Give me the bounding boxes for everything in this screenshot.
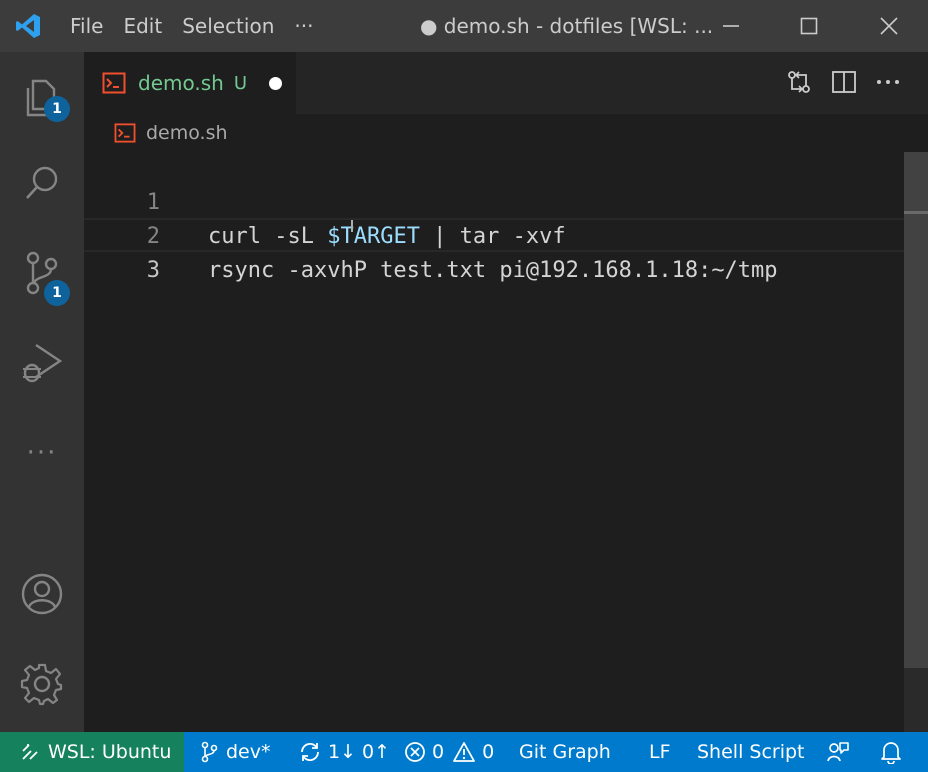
remote-label: WSL: Ubuntu xyxy=(48,741,172,763)
feedback-button[interactable] xyxy=(826,732,850,772)
sync-label: 1↓ 0↑ xyxy=(328,741,391,763)
remote-indicator[interactable]: WSL: Ubuntu xyxy=(0,732,184,772)
account-icon xyxy=(21,573,63,615)
minimize-icon xyxy=(723,25,739,27)
branch-indicator[interactable]: dev* xyxy=(200,732,271,772)
untracked-indicator: U xyxy=(233,72,248,94)
source-control-button[interactable]: 1 xyxy=(0,228,84,318)
git-graph-button[interactable]: Git Graph xyxy=(519,732,611,772)
close-button[interactable] xyxy=(850,0,928,52)
window-title: ● demo.sh - dotfiles [WSL: ... xyxy=(420,14,714,38)
branch-label: dev* xyxy=(226,741,271,763)
feedback-icon xyxy=(827,742,849,762)
line-text: rsync -axvhP test.txt pi@192.168.1.18:~/… xyxy=(208,258,778,283)
more-icon xyxy=(877,80,899,84)
bell-icon xyxy=(881,742,901,764)
code-line-current[interactable]: 3 xyxy=(84,218,904,283)
tab-demo-sh[interactable]: demo.sh U xyxy=(84,52,296,114)
menu-edit[interactable]: Edit xyxy=(113,0,172,52)
split-editor-button[interactable] xyxy=(824,62,864,102)
eol-selector[interactable]: LF xyxy=(649,732,671,772)
tab-bar: demo.sh U xyxy=(84,52,928,114)
status-bar: WSL: Ubuntu dev* 1↓ 0↑ 0 0 Git Graph LF … xyxy=(0,732,928,772)
language-mode-selector[interactable]: Shell Script xyxy=(697,732,805,772)
vscode-logo-icon xyxy=(0,0,56,52)
remote-icon xyxy=(22,744,38,760)
warning-count: 0 xyxy=(482,741,495,763)
close-icon xyxy=(880,17,898,35)
shell-file-icon xyxy=(114,123,136,143)
scrollbar-thumb[interactable] xyxy=(904,152,928,668)
more-views-button[interactable]: ··· xyxy=(0,408,84,498)
more-actions-button[interactable] xyxy=(868,62,908,102)
search-button[interactable] xyxy=(0,138,84,228)
mouse-cursor-icon xyxy=(351,220,353,232)
gear-icon xyxy=(20,663,63,706)
minimize-button[interactable] xyxy=(692,0,770,52)
line-number: 3 xyxy=(146,258,160,283)
explorer-badge: 1 xyxy=(44,96,70,122)
title-bar: File Edit Selection ··· ● demo.sh - dotf… xyxy=(0,0,928,52)
sync-icon xyxy=(301,742,319,762)
code-editor[interactable]: 1 curl -sL $TARGET | tar -xvf 2 rsync -a… xyxy=(84,152,904,732)
run-debug-button[interactable] xyxy=(0,318,84,408)
source-control-badge: 1 xyxy=(44,280,70,306)
run-debug-icon xyxy=(23,344,63,383)
warning-icon xyxy=(453,742,475,762)
code-line[interactable]: 1 curl -sL $TARGET | tar -xvf xyxy=(84,152,904,249)
menu-file[interactable]: File xyxy=(60,0,113,52)
search-icon xyxy=(26,166,58,199)
open-changes-button[interactable] xyxy=(779,62,819,102)
error-count: 0 xyxy=(432,741,445,763)
sync-indicator[interactable]: 1↓ 0↑ xyxy=(298,732,390,772)
git-branch-icon xyxy=(201,741,218,763)
breadcrumb-file[interactable]: demo.sh xyxy=(146,122,228,144)
tab-label: demo.sh xyxy=(138,71,224,95)
problems-indicator[interactable]: 0 0 xyxy=(404,732,494,772)
activity-bar: 1 1 ··· xyxy=(0,52,84,732)
maximize-icon xyxy=(800,17,818,35)
code-line[interactable]: 2 rsync -axvhP test.txt pi@192.168.1.18:… xyxy=(84,186,904,283)
menu-more[interactable]: ··· xyxy=(284,0,323,52)
menu-selection[interactable]: Selection xyxy=(172,0,284,52)
maximize-button[interactable] xyxy=(770,0,848,52)
manage-button[interactable] xyxy=(0,639,84,729)
breadcrumb: demo.sh xyxy=(84,114,928,152)
error-icon xyxy=(405,742,425,762)
notifications-button[interactable] xyxy=(880,732,902,772)
shell-file-icon xyxy=(102,72,126,94)
compare-changes-icon xyxy=(788,71,810,93)
split-editor-icon xyxy=(832,71,856,93)
explorer-button[interactable]: 1 xyxy=(0,52,84,142)
scrollbar-cursor-marker xyxy=(904,211,928,214)
accounts-button[interactable] xyxy=(0,549,84,639)
unsaved-dot-icon[interactable] xyxy=(269,76,283,90)
